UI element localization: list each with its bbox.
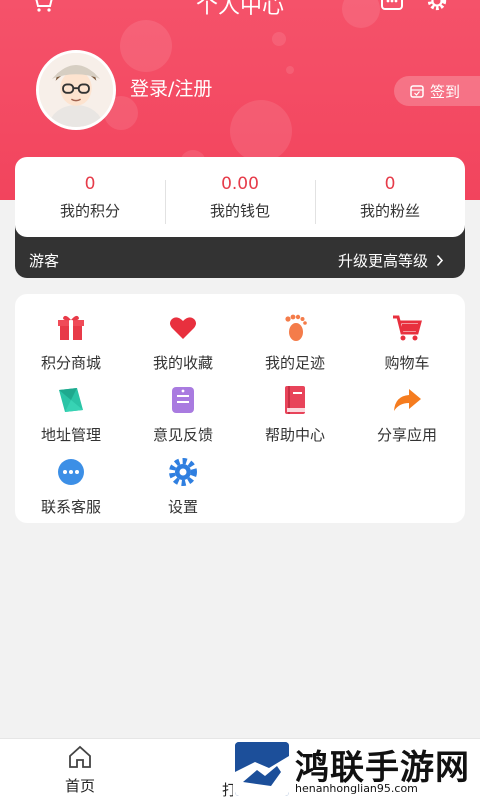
stat-fans[interactable]: 0 我的粉丝 <box>315 173 465 224</box>
map-icon <box>59 388 83 412</box>
menu-favorites[interactable]: 我的收藏 <box>127 312 239 373</box>
menu-settings[interactable]: 设置 <box>127 456 239 517</box>
watermark: 鸿联手游网 henanhonglian95.com <box>233 740 480 800</box>
menu-label: 意见反馈 <box>152 426 213 444</box>
menu-label: 我的足迹 <box>264 354 325 372</box>
bird-logo-icon <box>235 742 289 796</box>
stat-label: 我的钱包 <box>209 201 270 220</box>
menu-footprint[interactable]: 我的足迹 <box>239 312 351 373</box>
cart-icon <box>393 315 422 341</box>
message-icon[interactable] <box>380 0 404 12</box>
upgrade-link[interactable]: 升级更高等级 <box>338 250 444 271</box>
stat-points[interactable]: 0 我的积分 <box>15 174 165 221</box>
home-icon <box>69 745 91 768</box>
gift-icon <box>58 315 84 340</box>
member-level: 游客 <box>29 252 60 270</box>
menu-points-mall[interactable]: 积分商城 <box>15 312 127 373</box>
calendar-icon <box>410 85 424 98</box>
avatar-illustration <box>39 53 113 127</box>
function-grid: 积分商城 我的收藏 我的足迹 购物车 地址管理 意见反馈 帮助中心 分享应用 联… <box>15 294 465 523</box>
page-title: 个人中心 <box>195 0 284 19</box>
menu-label: 分享应用 <box>376 426 437 444</box>
watermark-url: henanhonglian95.com <box>295 782 418 795</box>
stat-label: 我的积分 <box>59 201 120 220</box>
stat-wallet[interactable]: 0.00 我的钱包 <box>165 173 315 224</box>
stat-value: 0.00 <box>221 173 259 194</box>
nav-home-label: 首页 <box>64 777 95 795</box>
chat-icon <box>58 459 84 485</box>
avatar[interactable] <box>36 50 116 130</box>
gear-icon <box>169 458 197 486</box>
menu-share[interactable]: 分享应用 <box>351 384 463 445</box>
watermark-logo <box>235 742 289 796</box>
menu-label: 地址管理 <box>40 426 101 444</box>
footprint-icon <box>285 314 307 341</box>
settings-gear-icon[interactable] <box>426 0 448 12</box>
menu-label: 联系客服 <box>40 498 101 516</box>
menu-address[interactable]: 地址管理 <box>15 384 127 445</box>
stat-value: 0 <box>84 173 96 194</box>
checkin-button[interactable]: 签到 <box>394 76 480 106</box>
chevron-right-icon <box>436 254 444 267</box>
menu-label: 购物车 <box>384 354 430 372</box>
menu-feedback[interactable]: 意见反馈 <box>127 384 239 445</box>
stat-value: 0 <box>384 173 396 194</box>
menu-label: 积分商城 <box>40 354 101 372</box>
login-register-link[interactable]: 登录/注册 <box>130 74 212 101</box>
upgrade-label: 升级更高等级 <box>337 252 428 270</box>
menu-label: 设置 <box>167 498 198 516</box>
menu-label: 我的收藏 <box>152 354 213 372</box>
heart-icon <box>170 317 196 339</box>
share-icon <box>394 389 421 411</box>
menu-help[interactable]: 帮助中心 <box>239 384 351 445</box>
menu-label: 帮助中心 <box>264 426 325 444</box>
checkin-label: 签到 <box>430 82 461 101</box>
book-icon <box>285 386 305 414</box>
nav-home[interactable]: 首页 <box>60 745 100 796</box>
top-bar: 个人中心 <box>0 0 480 19</box>
stats-card: 0 我的积分 0.00 我的钱包 0 我的粉丝 <box>15 157 465 237</box>
feedback-icon <box>172 387 194 413</box>
menu-customer-service[interactable]: 联系客服 <box>15 456 127 517</box>
stat-label: 我的粉丝 <box>359 201 420 220</box>
menu-cart[interactable]: 购物车 <box>351 312 463 373</box>
